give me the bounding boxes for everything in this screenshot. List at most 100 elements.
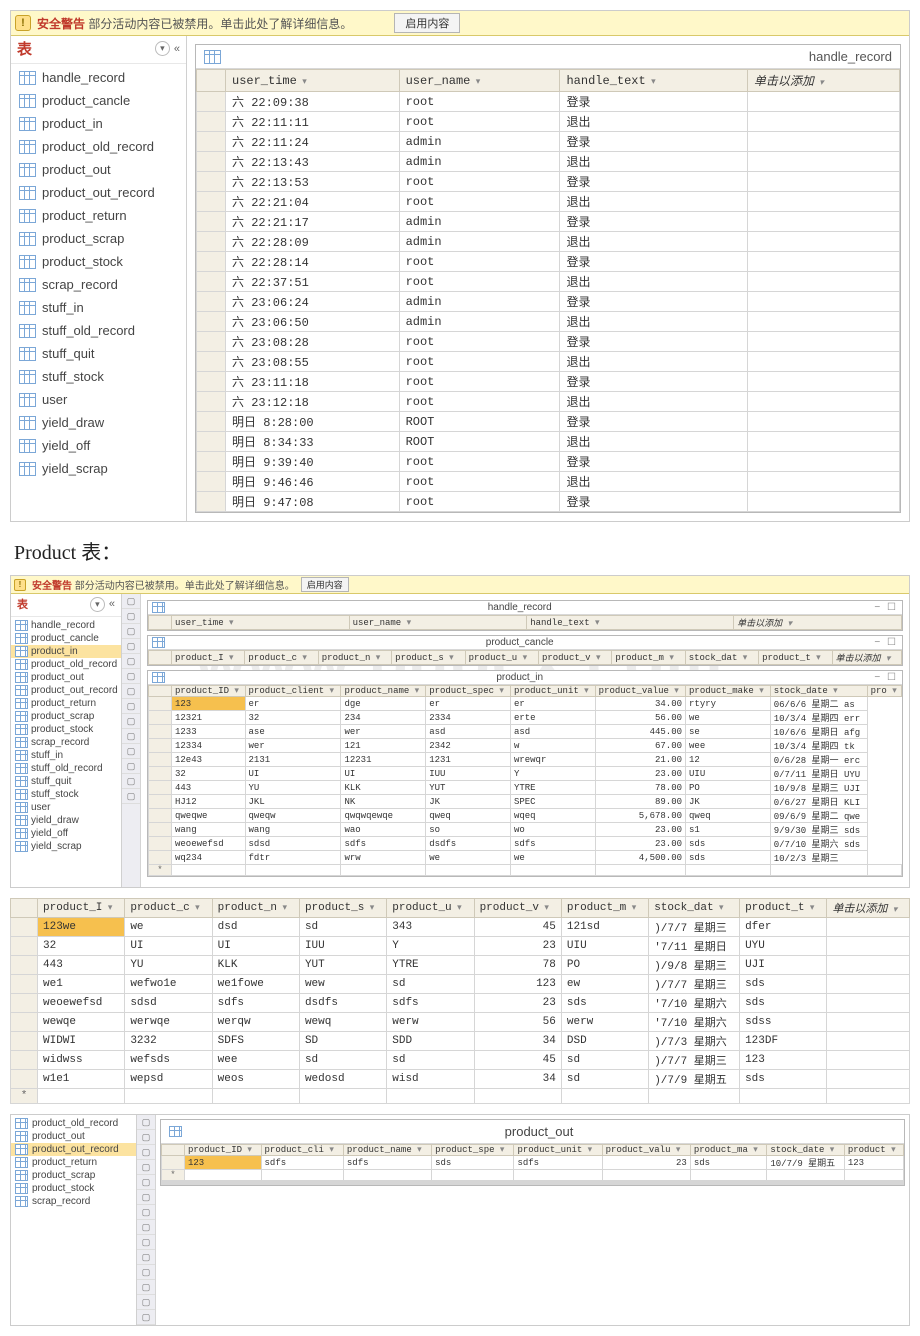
cell[interactable]: 六 22:28:14 bbox=[226, 252, 400, 272]
cell[interactable]: 10/3/4 星期四 tk bbox=[770, 739, 867, 753]
column-header[interactable]: product_spec bbox=[426, 686, 511, 697]
sheet-title-label[interactable]: product_in bbox=[165, 672, 874, 683]
column-header[interactable]: product_c bbox=[245, 651, 318, 665]
column-header[interactable]: user_name bbox=[399, 70, 560, 92]
cell[interactable]: 123we bbox=[38, 918, 125, 937]
cell[interactable]: 六 23:06:24 bbox=[226, 292, 400, 312]
column-header[interactable]: product_s bbox=[392, 651, 465, 665]
cell[interactable] bbox=[747, 312, 899, 332]
cell[interactable]: '7/10 星期六 bbox=[649, 1013, 740, 1032]
column-header[interactable]: product_unit bbox=[510, 686, 595, 697]
cell[interactable]: wew bbox=[299, 975, 386, 994]
cell[interactable]: sdfs bbox=[514, 1156, 602, 1170]
sheet-title-label[interactable]: product_cancle bbox=[165, 637, 874, 648]
cell[interactable]: 退出 bbox=[560, 112, 747, 132]
cell[interactable]: UI bbox=[125, 937, 212, 956]
cell[interactable]: 六 22:13:43 bbox=[226, 152, 400, 172]
sidebar-item-product_out[interactable]: product_out bbox=[11, 158, 186, 181]
column-header[interactable]: product bbox=[844, 1145, 903, 1156]
cell[interactable]: sds bbox=[432, 1156, 514, 1170]
cell[interactable]: 登录 bbox=[560, 492, 747, 512]
cell[interactable]: UIU bbox=[561, 937, 648, 956]
cell[interactable]: 123 bbox=[844, 1156, 903, 1170]
cell[interactable] bbox=[747, 432, 899, 452]
cell[interactable]: ase bbox=[245, 725, 341, 739]
cell[interactable]: sds bbox=[686, 837, 771, 851]
cell[interactable]: wewqe bbox=[38, 1013, 125, 1032]
cell[interactable]: 退出 bbox=[560, 432, 747, 452]
cell[interactable]: UIU bbox=[686, 767, 771, 781]
cell[interactable]: UI bbox=[212, 937, 299, 956]
cell[interactable]: 10/2/3 星期三 bbox=[770, 851, 867, 865]
sidebar-item-stuff_stock[interactable]: stuff_stock bbox=[11, 365, 186, 388]
cell[interactable]: 23 bbox=[474, 937, 561, 956]
sidebar-item-product_in[interactable]: product_in bbox=[11, 645, 121, 658]
cell[interactable]: root bbox=[399, 92, 560, 112]
cell[interactable]: Y bbox=[387, 937, 474, 956]
cell[interactable]: sds bbox=[740, 1070, 827, 1089]
cell[interactable]: 明日 8:34:33 bbox=[226, 432, 400, 452]
cell[interactable]: sdfs bbox=[343, 1156, 431, 1170]
window-controls[interactable]: − ☐ bbox=[874, 602, 898, 613]
sidebar-item-product_out[interactable]: product_out bbox=[11, 671, 121, 684]
cell[interactable]: wisd bbox=[387, 1070, 474, 1089]
cell[interactable] bbox=[747, 212, 899, 232]
cancel-mini-grid[interactable]: product_Iproduct_cproduct_nproduct_sprod… bbox=[148, 650, 902, 665]
handle-mini-grid[interactable]: user_timeuser_namehandle_text单击以添加 bbox=[148, 615, 902, 630]
cell[interactable] bbox=[827, 956, 910, 975]
cell[interactable]: dsdfs bbox=[299, 994, 386, 1013]
cell[interactable]: JK bbox=[686, 795, 771, 809]
sidebar-item-product_cancle[interactable]: product_cancle bbox=[11, 632, 121, 645]
security-text[interactable]: 部分活动内容已被禁用。单击此处了解详细信息。 bbox=[75, 581, 295, 592]
sidebar-item-handle_record[interactable]: handle_record bbox=[11, 619, 121, 632]
cell[interactable]: sd bbox=[387, 1051, 474, 1070]
cell[interactable]: 343 bbox=[387, 918, 474, 937]
cell[interactable]: 10/3/4 星期四 err bbox=[770, 711, 867, 725]
column-header[interactable]: user_time bbox=[226, 70, 400, 92]
cell[interactable]: 9/9/30 星期三 sds bbox=[770, 823, 867, 837]
cell[interactable]: sdfs bbox=[510, 837, 595, 851]
cell[interactable]: root bbox=[399, 252, 560, 272]
cell[interactable]: root bbox=[399, 332, 560, 352]
column-header[interactable]: product_t bbox=[740, 899, 827, 918]
cell[interactable]: ew bbox=[561, 975, 648, 994]
column-header[interactable]: product_I bbox=[172, 651, 245, 665]
cell[interactable]: er bbox=[510, 697, 595, 711]
cell[interactable]: sd bbox=[561, 1070, 648, 1089]
cell[interactable]: 登录 bbox=[560, 292, 747, 312]
cell[interactable]: 0/6/28 星期一 erc bbox=[770, 753, 867, 767]
cell[interactable]: KLK bbox=[341, 781, 426, 795]
cell[interactable]: 六 23:11:18 bbox=[226, 372, 400, 392]
sidebar-item-yield_off[interactable]: yield_off bbox=[11, 827, 121, 840]
cell[interactable]: asd bbox=[510, 725, 595, 739]
sidebar-item-product_scrap[interactable]: product_scrap bbox=[11, 227, 186, 250]
cell[interactable]: SDFS bbox=[212, 1032, 299, 1051]
cell[interactable]: NK bbox=[341, 795, 426, 809]
cell[interactable]: 明日 9:39:40 bbox=[226, 452, 400, 472]
cell[interactable]: 退出 bbox=[560, 472, 747, 492]
cell[interactable]: root bbox=[399, 452, 560, 472]
column-header[interactable]: product_m bbox=[561, 899, 648, 918]
cell[interactable]: YU bbox=[125, 956, 212, 975]
cell[interactable] bbox=[747, 252, 899, 272]
sidebar-item-stuff_old_record[interactable]: stuff_old_record bbox=[11, 319, 186, 342]
cell[interactable]: 123 bbox=[740, 1051, 827, 1070]
cell[interactable]: 32 bbox=[38, 937, 125, 956]
cell[interactable]: 明日 8:28:00 bbox=[226, 412, 400, 432]
cell[interactable]: sd bbox=[299, 1051, 386, 1070]
cell[interactable]: 32 bbox=[245, 711, 341, 725]
cell[interactable]: root bbox=[399, 172, 560, 192]
cell[interactable]: wefwo1e bbox=[125, 975, 212, 994]
cell[interactable]: root bbox=[399, 352, 560, 372]
cell[interactable] bbox=[747, 112, 899, 132]
cell[interactable]: sds bbox=[690, 1156, 767, 1170]
sidebar-item-product_out_record[interactable]: product_out_record bbox=[11, 181, 186, 204]
cell[interactable]: 六 22:37:51 bbox=[226, 272, 400, 292]
cell[interactable]: ROOT bbox=[399, 432, 560, 452]
cell[interactable]: sdfs bbox=[387, 994, 474, 1013]
cell[interactable] bbox=[747, 192, 899, 212]
cell[interactable] bbox=[747, 172, 899, 192]
cell[interactable]: )/7/7 星期三 bbox=[649, 1051, 740, 1070]
cell[interactable]: sdsd bbox=[125, 994, 212, 1013]
cell[interactable]: 34.00 bbox=[595, 697, 685, 711]
